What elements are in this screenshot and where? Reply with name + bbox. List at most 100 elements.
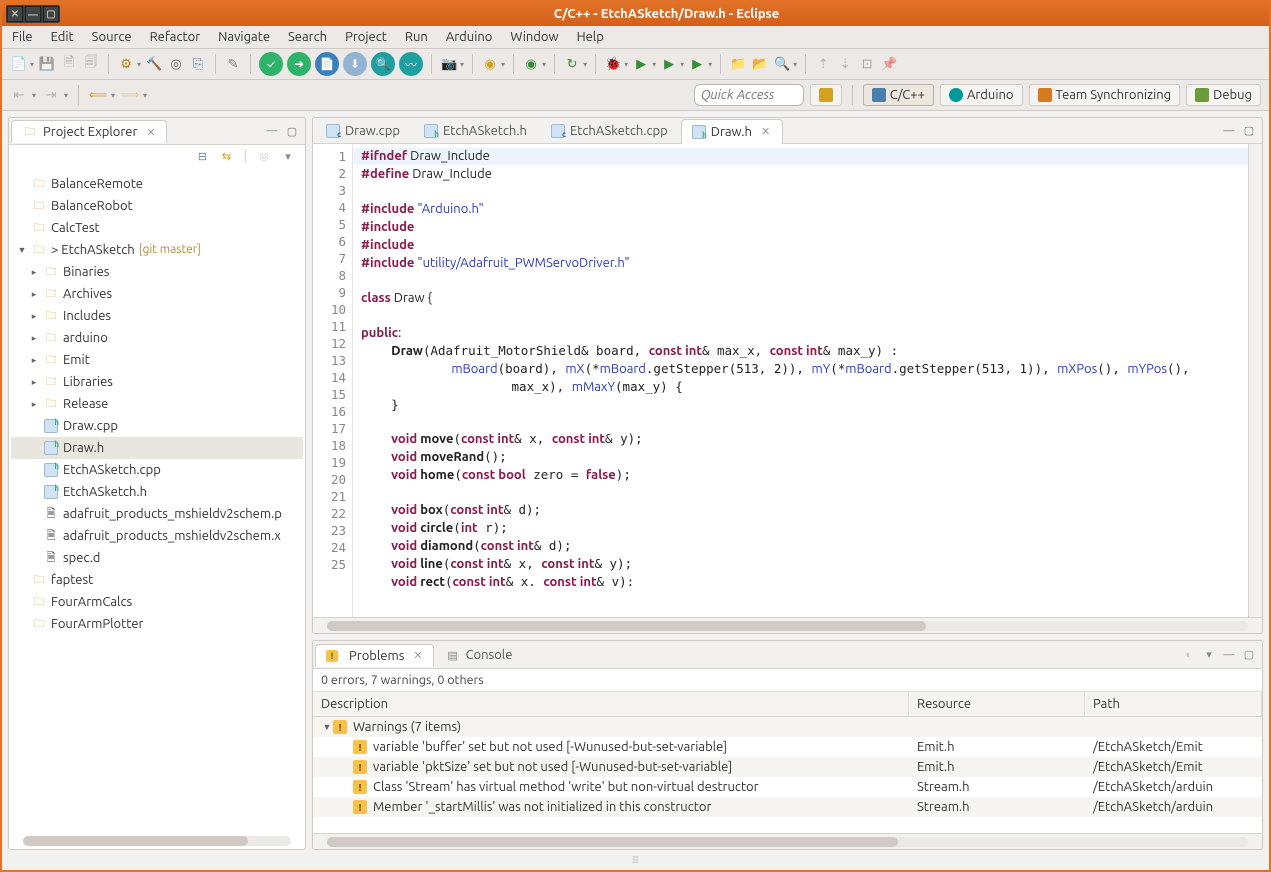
wand-icon[interactable]: ✎	[224, 55, 242, 73]
tree-item[interactable]: 🗎spec.d	[11, 547, 303, 569]
show-whitespace-icon[interactable]: ⊡	[858, 55, 876, 73]
view-menu-icon[interactable]: ▾	[1202, 648, 1216, 662]
filter-icon[interactable]: ◐	[1182, 648, 1196, 662]
quick-access-input[interactable]	[694, 84, 804, 106]
open-project-icon[interactable]: 📁	[729, 55, 747, 73]
tree-item[interactable]: 🗀FourArmPlotter	[11, 613, 303, 635]
tree-item[interactable]: 🗎adafruit_products_mshieldv2schem.p	[11, 503, 303, 525]
problems-tab[interactable]: ! Problems ✕	[315, 644, 434, 667]
tree-item[interactable]: 🗀FourArmCalcs	[11, 591, 303, 613]
target-icon[interactable]: ◎	[167, 55, 185, 73]
problem-row[interactable]: !Class 'Stream' has virtual method 'writ…	[313, 777, 1262, 797]
tree-item[interactable]: ▼🗀> EtchASketch [git master]	[11, 239, 303, 261]
serial-monitor-icon[interactable]: 🔍	[371, 52, 395, 76]
tree-item[interactable]: ▸🗀Includes	[11, 305, 303, 327]
overview-ruler[interactable]	[1248, 144, 1262, 617]
tree-item[interactable]: EtchASketch.h	[11, 481, 303, 503]
problem-row[interactable]: !Member '_startMillis' was not initializ…	[313, 797, 1262, 817]
editor-hscroll[interactable]	[313, 617, 1262, 633]
external-tools-icon[interactable]: ▶	[688, 55, 706, 73]
download-icon[interactable]: ⬇	[343, 52, 367, 76]
camera-icon[interactable]: 📷	[440, 55, 458, 73]
tree-item[interactable]: ▸🗀arduino	[11, 327, 303, 349]
pin-icon[interactable]: 📌	[880, 55, 898, 73]
next-annotation-icon[interactable]: ⇣	[836, 55, 854, 73]
build-icon[interactable]: ⚙	[117, 55, 135, 73]
debug-icon[interactable]: 🐞	[604, 55, 622, 73]
menu-arduino[interactable]: Arduino	[446, 30, 493, 44]
new-icon[interactable]: 📄	[10, 55, 28, 73]
editor-tab[interactable]: EtchASketch.cpp	[540, 118, 681, 143]
problem-row[interactable]: !variable 'pktSize' set but not used [-W…	[313, 757, 1262, 777]
refresh-icon[interactable]: ↻	[563, 55, 581, 73]
run-icon[interactable]: ▶	[632, 55, 650, 73]
sidebar-hscroll[interactable]	[9, 833, 305, 849]
col-resource[interactable]: Resource	[909, 692, 1085, 716]
prev-annotation-icon[interactable]: ⇡	[814, 55, 832, 73]
editor-tab[interactable]: Draw.h ✕	[681, 119, 783, 144]
coverage-icon[interactable]: ▶	[660, 55, 678, 73]
sash-handle[interactable]: ⠿	[8, 856, 1263, 866]
menu-run[interactable]: Run	[405, 30, 428, 44]
maximize-view-icon[interactable]: ▢	[1242, 124, 1256, 138]
menu-window[interactable]: Window	[510, 30, 558, 44]
col-description[interactable]: Description	[313, 692, 909, 716]
tree-item[interactable]: 🗀faptest	[11, 569, 303, 591]
problem-row[interactable]: !variable 'buffer' set but not used [-Wu…	[313, 737, 1262, 757]
editor-tab[interactable]: EtchASketch.h	[413, 118, 540, 143]
maximize-view-icon[interactable]: ▢	[1242, 648, 1256, 662]
menu-project[interactable]: Project	[345, 30, 387, 44]
code-editor[interactable]: #ifndef Draw_Include#define Draw_Include…	[353, 144, 1248, 617]
console-tab[interactable]: ▤ Console	[434, 643, 524, 666]
new-folder-icon[interactable]: ◉	[522, 55, 540, 73]
collapse-all-icon[interactable]: ⊟	[196, 149, 210, 163]
collapse-icon[interactable]: ⇤	[10, 86, 28, 104]
window-minimize-icon[interactable]: —	[25, 6, 41, 22]
verify-icon[interactable]: ✓	[259, 52, 283, 76]
focus-icon[interactable]: ◎	[257, 149, 271, 163]
new-sketch-icon[interactable]: 📄	[315, 52, 339, 76]
save-all-icon[interactable]: 🗎	[60, 55, 78, 73]
perspective-arduino[interactable]: Arduino	[940, 84, 1023, 106]
menu-file[interactable]: File	[12, 30, 33, 44]
close-icon[interactable]: ✕	[761, 125, 770, 138]
expand-icon[interactable]: ⇥	[42, 86, 60, 104]
maximize-view-icon[interactable]: ▢	[285, 124, 299, 138]
perspective-team[interactable]: Team Synchronizing	[1029, 84, 1181, 106]
menu-edit[interactable]: Edit	[51, 30, 74, 44]
menu-search[interactable]: Search	[288, 30, 327, 44]
forward-icon[interactable]: ⟹	[121, 86, 139, 104]
hammer-icon[interactable]: 🔨	[145, 55, 163, 73]
perspective-debug[interactable]: Debug	[1186, 84, 1261, 106]
editor-tab[interactable]: Draw.cpp	[315, 118, 413, 143]
project-tree[interactable]: 🗀BalanceRemote🗀BalanceRobot🗀CalcTest▼🗀> …	[9, 167, 305, 833]
window-close-icon[interactable]: ✕	[7, 6, 23, 22]
tree-item[interactable]: ▸🗀Libraries	[11, 371, 303, 393]
code-icon[interactable]: ⎘	[189, 55, 207, 73]
tree-item[interactable]: 🗀CalcTest	[11, 217, 303, 239]
menu-refactor[interactable]: Refactor	[150, 30, 201, 44]
tree-item[interactable]: 🗀BalanceRobot	[11, 195, 303, 217]
col-path[interactable]: Path	[1085, 692, 1262, 716]
close-icon[interactable]: ✕	[146, 126, 155, 139]
open-folder-icon[interactable]: 📂	[751, 55, 769, 73]
new-class-icon[interactable]: ◉	[481, 55, 499, 73]
back-icon[interactable]: ⟸	[89, 86, 107, 104]
menu-help[interactable]: Help	[577, 30, 604, 44]
close-icon[interactable]: ✕	[413, 649, 422, 662]
menu-navigate[interactable]: Navigate	[218, 30, 270, 44]
window-maximize-icon[interactable]: ▢	[43, 6, 59, 22]
tree-item[interactable]: ▸🗀Emit	[11, 349, 303, 371]
link-editor-icon[interactable]: ⇆	[220, 149, 234, 163]
minimize-view-icon[interactable]: —	[1222, 124, 1236, 138]
search-icon[interactable]: 🔍	[773, 55, 791, 73]
serial-plot-icon[interactable]: 〰	[399, 52, 423, 76]
minimize-view-icon[interactable]: —	[1222, 648, 1236, 662]
tree-item[interactable]: 🗎adafruit_products_mshieldv2schem.x	[11, 525, 303, 547]
view-menu-icon[interactable]: ▾	[281, 149, 295, 163]
open-perspective-button[interactable]	[810, 84, 842, 106]
problems-table[interactable]: ▼!Warnings (7 items) !variable 'buffer' …	[313, 717, 1262, 833]
tree-item[interactable]: ▸🗀Binaries	[11, 261, 303, 283]
tree-item[interactable]: 🗀BalanceRemote	[11, 173, 303, 195]
upload-icon[interactable]: ➜	[287, 52, 311, 76]
